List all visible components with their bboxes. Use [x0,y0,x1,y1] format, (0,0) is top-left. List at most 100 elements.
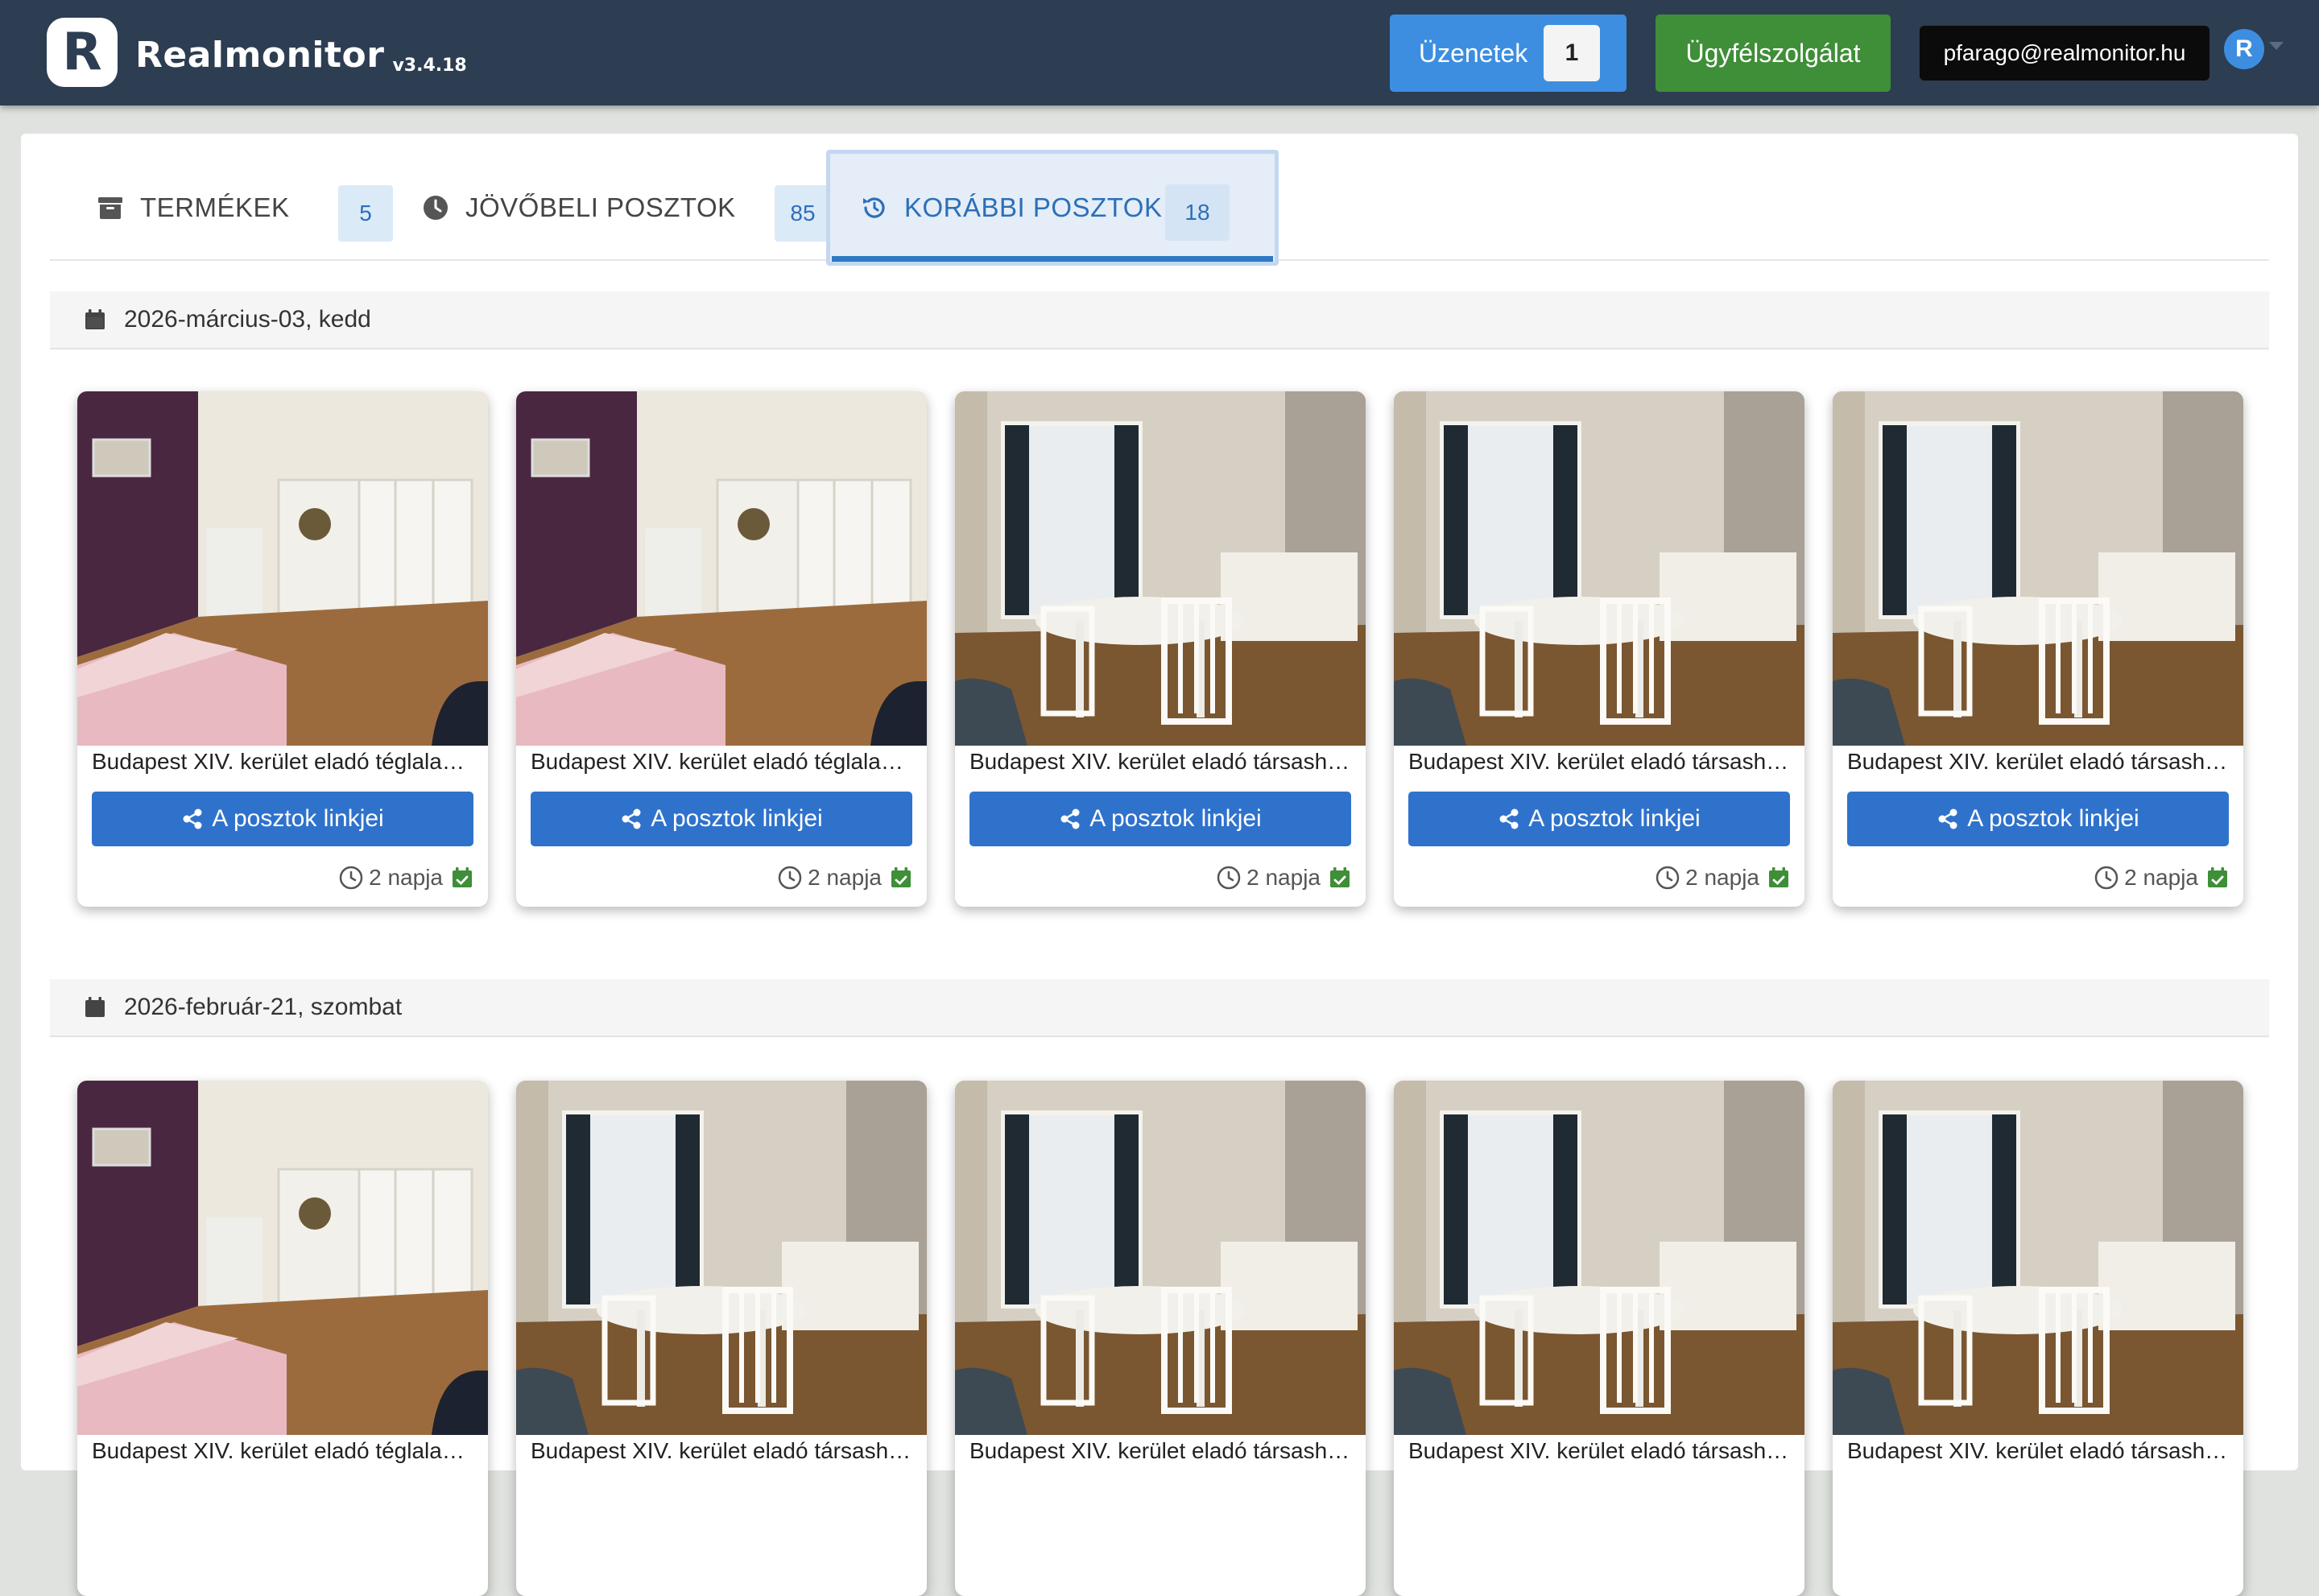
clock-icon [2094,866,2119,890]
post-title: Budapest XIV. kerület eladó téglalakás [92,749,475,774]
property-photo-bedroom[interactable] [516,391,927,746]
tab-past-posts[interactable]: KORÁBBI POSZTOK 18 [826,150,1279,266]
tab-count-badge: 85 [775,185,831,242]
tab-label: KORÁBBI POSZTOK [904,192,1163,222]
calendar-check-icon [453,867,472,887]
history-icon [863,197,885,218]
post-title: Budapest XIV. kerület eladó társasházi l… [969,749,1353,774]
brand-name: Realmonitor [135,35,385,76]
property-photo-dining[interactable] [955,1081,1366,1435]
property-photo-bedroom[interactable] [77,1081,488,1435]
tab-future-posts[interactable]: JÖVŐBELI POSZTOK 85 [422,155,841,261]
property-photo-dining[interactable] [516,1081,927,1435]
post-card[interactable]: Budapest XIV. kerület eladó társasházi l… [955,391,1366,907]
share-icon [1938,808,1957,829]
post-card[interactable]: Budapest XIV. kerület eladó társasházi l… [516,1081,927,1596]
tab-count-badge: 5 [338,185,393,242]
property-photo-dining[interactable] [1394,391,1804,746]
post-age-text: 2 napja [1685,865,1759,890]
date-header: 2026-március-03, kedd [50,291,2269,349]
post-title: Budapest XIV. kerület eladó téglalakás [92,1438,475,1463]
messages-label: Üzenetek [1419,38,1528,68]
calendar-check-icon [1330,867,1350,887]
clock-icon [339,866,363,890]
user-email[interactable]: pfarago@realmonitor.hu [1920,26,2209,81]
post-links-label: A posztok linkjei [1528,805,1701,832]
post-links-label: A posztok linkjei [212,805,384,832]
clock-icon [1217,866,1241,890]
post-links-label: A posztok linkjei [651,805,823,832]
post-title: Budapest XIV. kerület eladó téglalakás [531,749,914,774]
messages-count-badge: 1 [1544,25,1600,81]
post-title: Budapest XIV. kerület eladó társasházi l… [1847,749,2230,774]
post-title: Budapest XIV. kerület eladó társasházi l… [969,1438,1353,1463]
post-age: 2 napja [2094,865,2229,891]
tab-label: JÖVŐBELI POSZTOK [465,192,736,222]
post-card[interactable]: Budapest XIV. kerület eladó téglalakás A… [77,391,488,907]
post-links-label: A posztok linkjei [1089,805,1262,832]
post-links-button[interactable]: A posztok linkjei [969,792,1351,846]
post-links-button[interactable]: A posztok linkjei [1847,792,2229,846]
calendar-check-icon [1769,867,1788,887]
post-card[interactable]: Budapest XIV. kerület eladó társasházi l… [1833,391,2243,907]
post-title: Budapest XIV. kerület eladó társasházi l… [1847,1438,2230,1463]
brand[interactable]: R Realmonitor v3.4.18 [47,18,467,87]
post-card[interactable]: Budapest XIV. kerület eladó téglalakás A… [516,391,927,907]
post-links-button[interactable]: A posztok linkjei [1408,792,1790,846]
share-icon [183,808,202,829]
app-version: v3.4.18 [392,56,467,76]
top-navbar: R Realmonitor v3.4.18 Üzenetek 1 Ügyféls… [0,0,2319,105]
property-photo-dining[interactable] [1833,1081,2243,1435]
post-title: Budapest XIV. kerület eladó társasházi l… [1408,1438,1792,1463]
calendar-check-icon [2208,867,2227,887]
tab-label: TERMÉKEK [140,192,290,222]
post-card[interactable]: Budapest XIV. kerület eladó társasházi l… [1394,391,1804,907]
brand-logo: R [47,18,118,87]
post-links-button[interactable]: A posztok linkjei [92,792,473,846]
post-card[interactable]: Budapest XIV. kerület eladó társasházi l… [955,1081,1366,1596]
share-icon [1499,808,1519,829]
clock-icon [424,196,448,220]
tab-bar: TERMÉKEK 5 JÖVŐBELI POSZTOK 85 KORÁBBI P… [50,150,2269,266]
post-card[interactable]: Budapest XIV. kerület eladó társasházi l… [1394,1081,1804,1596]
chevron-down-icon[interactable] [2269,42,2284,50]
post-title: Budapest XIV. kerület eladó társasházi l… [531,1438,914,1463]
avatar[interactable]: R [2224,29,2264,69]
post-links-label: A posztok linkjei [1967,805,2139,832]
main-panel: TERMÉKEK 5 JÖVŐBELI POSZTOK 85 KORÁBBI P… [21,134,2298,1596]
post-age: 2 napja [338,865,473,891]
calendar-check-icon [891,867,911,887]
calendar-icon [85,997,105,1017]
post-age: 2 napja [777,865,912,891]
post-age: 2 napja [1216,865,1351,891]
post-title: Budapest XIV. kerület eladó társasházi l… [1408,749,1792,774]
calendar-icon [85,309,105,329]
post-card[interactable]: Budapest XIV. kerület eladó téglalakás [77,1081,488,1596]
support-button[interactable]: Ügyfélszolgálat [1656,14,1891,92]
post-age-text: 2 napja [1246,865,1321,890]
brand-logo-letter: R [62,23,102,82]
post-age-text: 2 napja [369,865,443,890]
post-age: 2 napja [1655,865,1790,891]
post-card-list: Budapest XIV. kerület eladó téglalakás B… [77,1081,2259,1596]
share-icon [1060,808,1080,829]
tab-products[interactable]: TERMÉKEK 5 [97,155,395,261]
box-icon [98,197,122,219]
date-title: 2026-március-03, kedd [124,306,371,333]
tab-count-badge: 18 [1165,184,1230,241]
post-links-button[interactable]: A posztok linkjei [531,792,912,846]
clock-icon [1656,866,1680,890]
post-card-list: Budapest XIV. kerület eladó téglalakás A… [77,391,2259,907]
clock-icon [778,866,802,890]
property-photo-dining[interactable] [1394,1081,1804,1435]
post-age-text: 2 napja [808,865,882,890]
property-photo-dining[interactable] [955,391,1366,746]
active-tab-underline [832,256,1273,262]
share-icon [622,808,641,829]
post-card[interactable]: Budapest XIV. kerület eladó társasházi l… [1833,1081,2243,1596]
property-photo-bedroom[interactable] [77,391,488,746]
date-header: 2026-február-21, szombat [50,979,2269,1037]
property-photo-dining[interactable] [1833,391,2243,746]
post-age-text: 2 napja [2124,865,2198,890]
messages-button[interactable]: Üzenetek 1 [1390,14,1627,92]
